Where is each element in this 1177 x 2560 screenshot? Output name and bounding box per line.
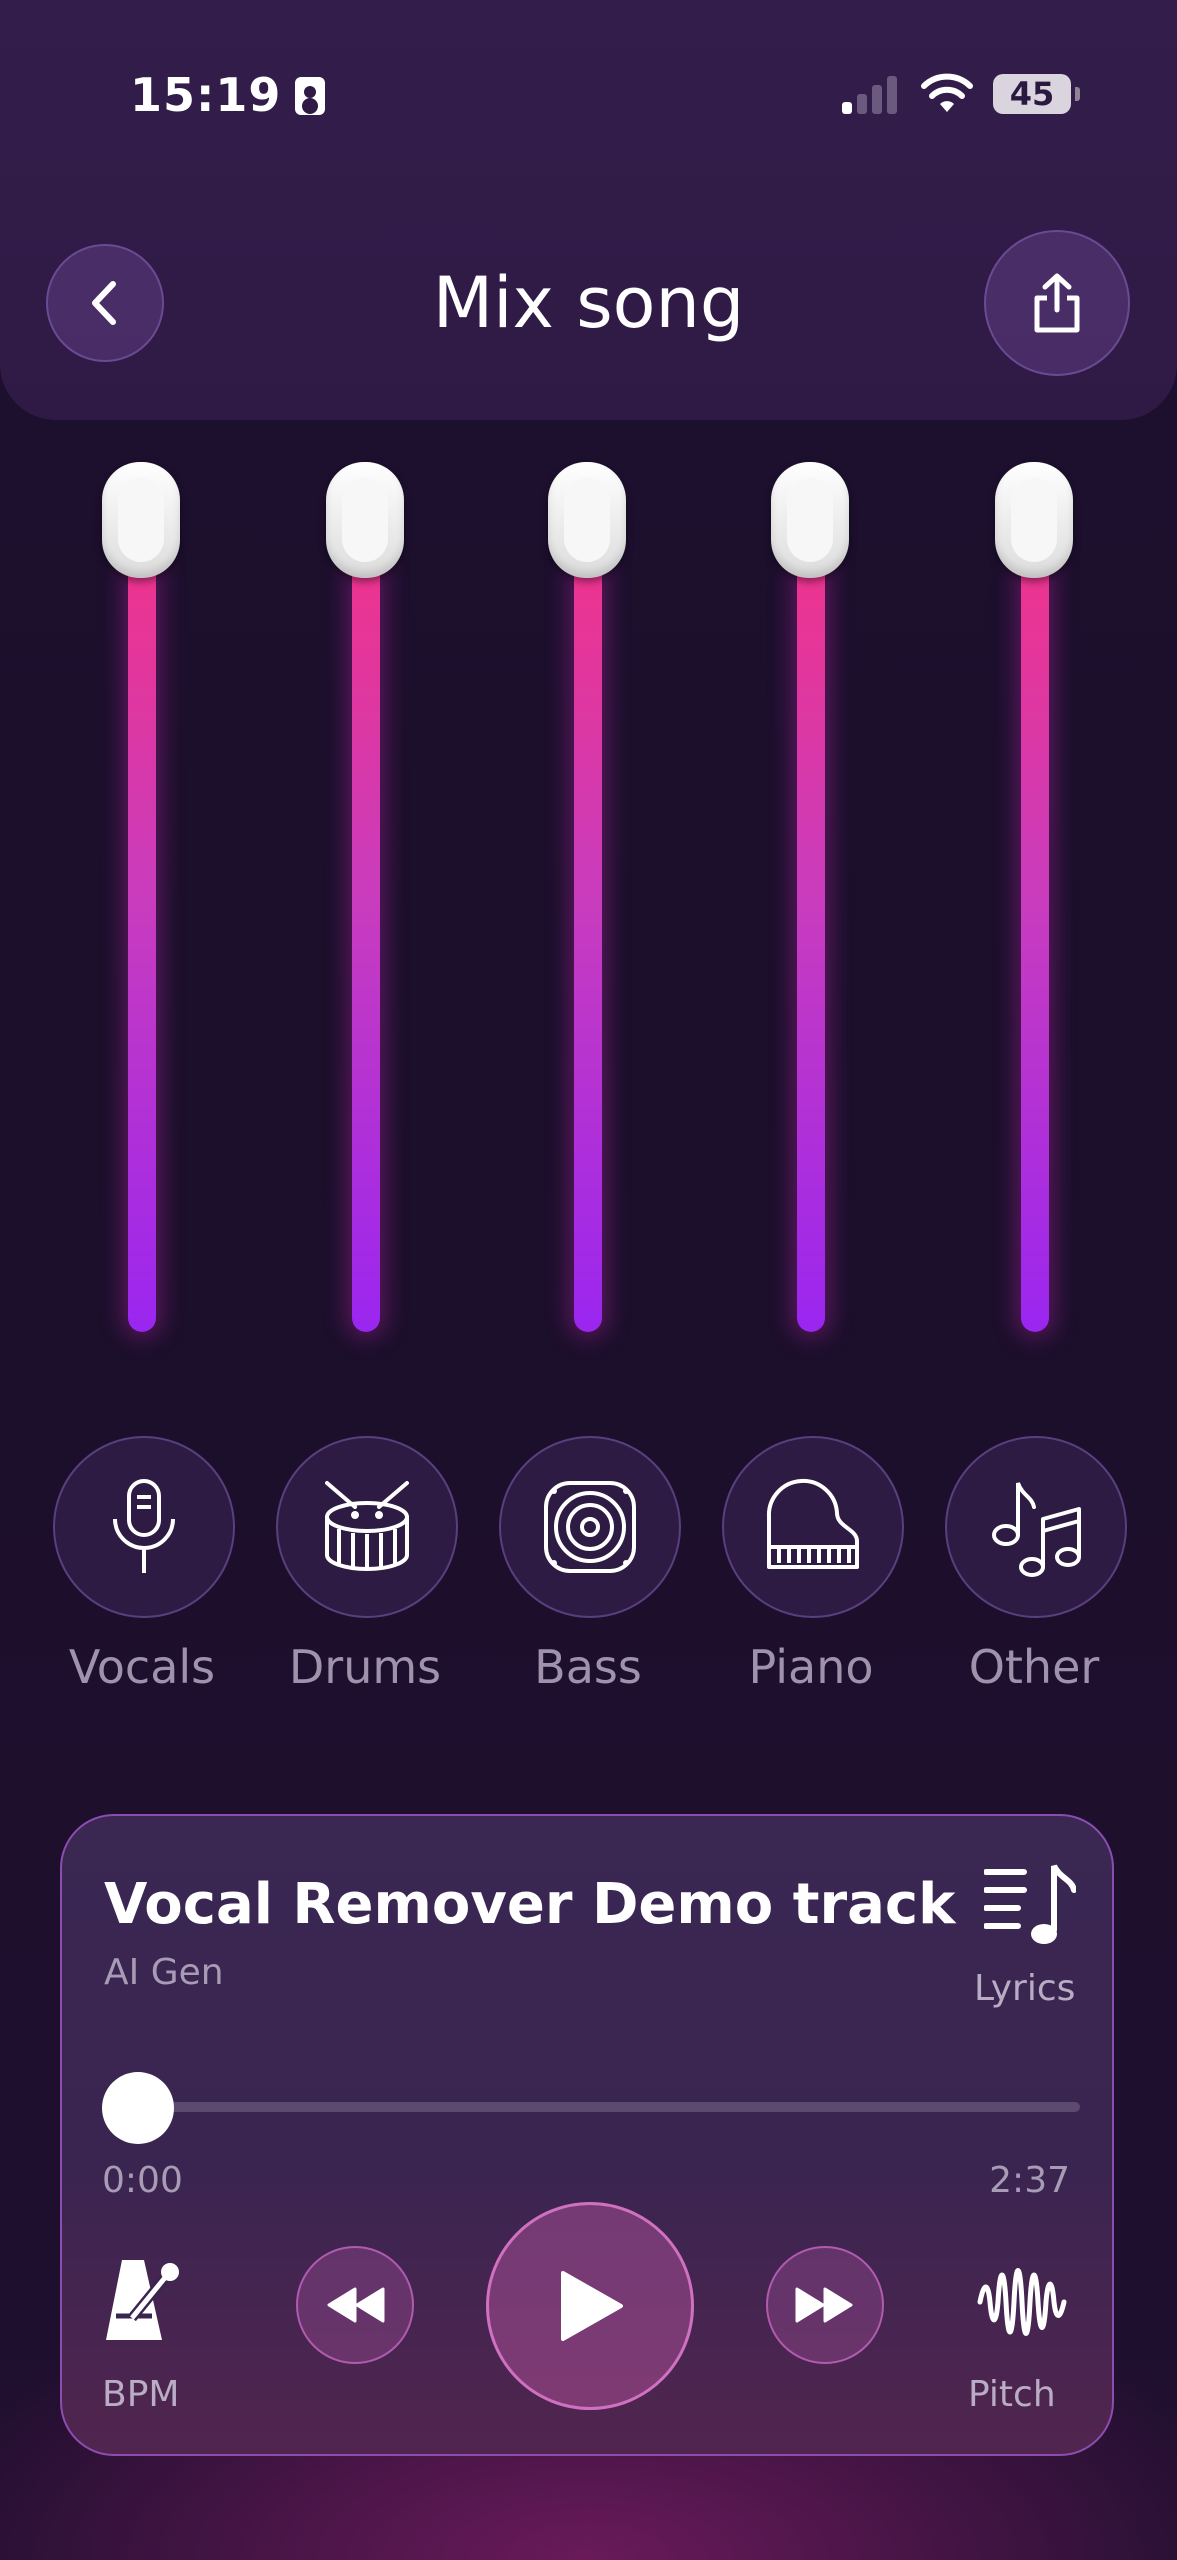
slider-track — [797, 542, 825, 1332]
vocals-volume-slider[interactable] — [102, 462, 182, 1392]
vocals-label: Vocals — [68, 1640, 216, 1694]
current-time: 0:00 — [102, 2160, 183, 2201]
fast-forward-icon — [795, 2287, 853, 2323]
other-volume-slider[interactable] — [995, 462, 1075, 1392]
music-notes-icon — [992, 1482, 1081, 1577]
drums-label: Drums — [288, 1640, 442, 1694]
bass-button[interactable] — [499, 1436, 681, 1618]
piano-volume-slider[interactable] — [771, 462, 851, 1392]
slider-knob[interactable] — [326, 462, 404, 578]
bpm-label: BPM — [102, 2374, 180, 2415]
total-time: 2:37 — [989, 2160, 1070, 2201]
slider-knob[interactable] — [548, 462, 626, 578]
cellular-signal-icon — [842, 74, 898, 114]
share-icon — [1034, 273, 1080, 333]
drums-volume-slider[interactable] — [326, 462, 406, 1392]
rewind-icon — [327, 2287, 385, 2323]
speaker-icon — [544, 1481, 636, 1573]
play-icon — [561, 2271, 623, 2341]
slider-track — [128, 542, 156, 1332]
bpm-button[interactable]: BPM — [102, 2256, 202, 2415]
lyrics-button[interactable]: Lyrics — [962, 1856, 1082, 2016]
header: 15:19 45 Mix song — [0, 0, 1177, 420]
status-bar-time: 15:19 — [130, 68, 326, 122]
slider-track — [352, 542, 380, 1332]
microphone-icon — [113, 1479, 175, 1573]
battery-indicator: 45 — [993, 74, 1080, 114]
slider-knob[interactable] — [995, 462, 1073, 578]
track-title: Vocal Remover Demo track — [104, 1872, 956, 1937]
lyrics-icon — [984, 1864, 1076, 1944]
piano-button[interactable] — [722, 1436, 904, 1618]
slider-knob[interactable] — [102, 462, 180, 578]
other-button[interactable] — [945, 1436, 1127, 1618]
metronome-icon — [106, 2260, 179, 2340]
pitch-label: Pitch — [968, 2374, 1056, 2415]
seek-bar[interactable] — [140, 2102, 1080, 2112]
wifi-icon — [921, 73, 973, 112]
drum-icon — [325, 1481, 409, 1571]
vocals-button[interactable] — [53, 1436, 235, 1618]
bass-volume-slider[interactable] — [548, 462, 628, 1392]
track-artist: AI Gen — [104, 1952, 224, 1993]
other-label: Other — [968, 1640, 1100, 1694]
play-button[interactable] — [486, 2202, 694, 2410]
share-button[interactable] — [984, 230, 1130, 376]
player-card: Vocal Remover Demo track AI Gen Lyrics 0… — [60, 1814, 1114, 2456]
slider-track — [574, 542, 602, 1332]
rewind-button[interactable] — [296, 2246, 414, 2364]
lyrics-label: Lyrics — [974, 1968, 1076, 2009]
slider-track — [1021, 542, 1049, 1332]
piano-icon — [766, 1478, 859, 1569]
drums-button[interactable] — [276, 1436, 458, 1618]
contact-card-icon — [295, 77, 326, 115]
pitch-button[interactable]: Pitch — [962, 2256, 1082, 2415]
seek-bar-thumb[interactable] — [102, 2072, 174, 2144]
fast-forward-button[interactable] — [766, 2246, 884, 2364]
slider-knob[interactable] — [771, 462, 849, 578]
bass-label: Bass — [534, 1640, 642, 1694]
waveform-icon — [977, 2268, 1067, 2336]
piano-label: Piano — [748, 1640, 874, 1694]
